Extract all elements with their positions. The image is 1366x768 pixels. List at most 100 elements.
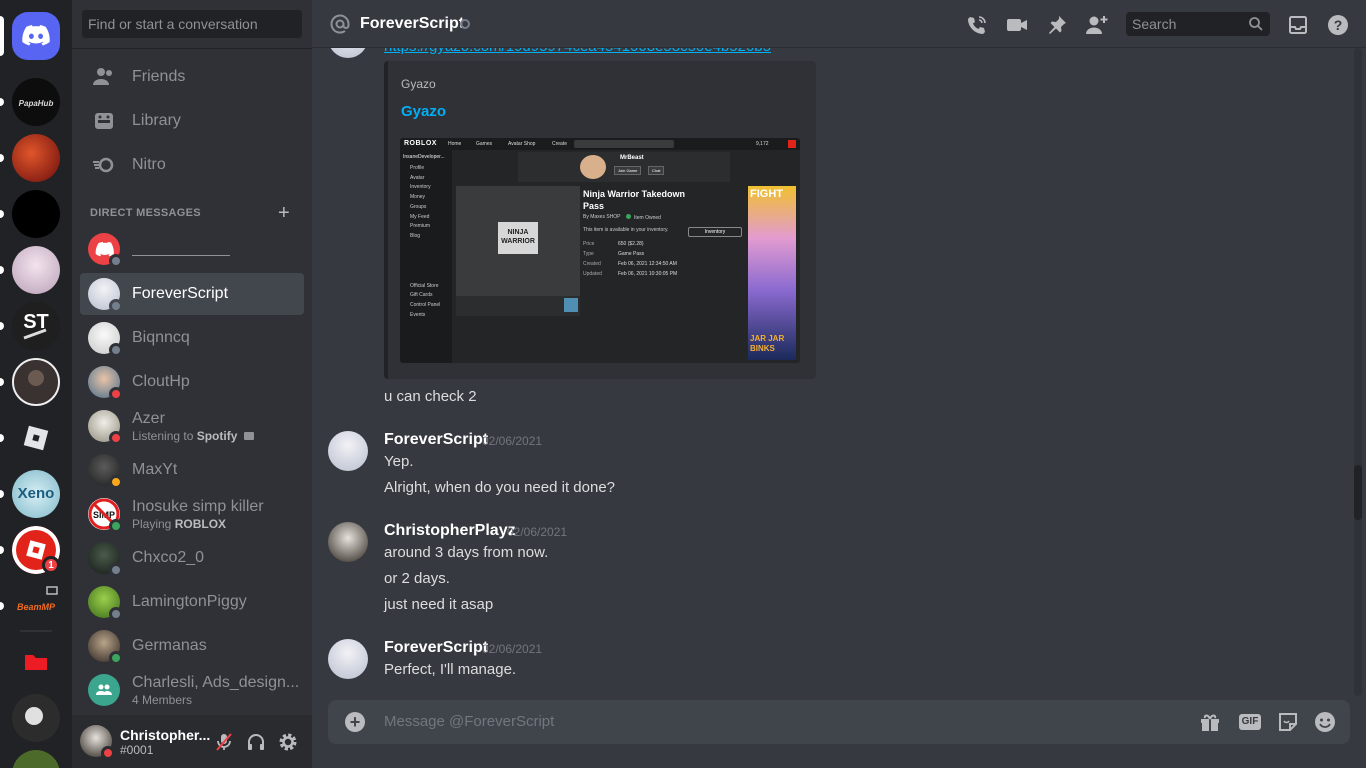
svg-text:Xeno: Xeno bbox=[18, 485, 55, 502]
roblox-logo: ROBLOX bbox=[404, 140, 437, 147]
detail-key: Updated bbox=[583, 271, 602, 277]
dm-item[interactable]: LamingtonPiggy bbox=[80, 581, 304, 623]
server-icon-6[interactable] bbox=[12, 358, 60, 406]
roblox-search bbox=[574, 140, 674, 148]
gamepass-title: Ninja Warrior Takedown Pass bbox=[583, 188, 685, 212]
sticker-icon bbox=[1279, 713, 1297, 731]
owned-check-icon bbox=[626, 214, 631, 219]
item-owned-label: Item Owned bbox=[626, 214, 661, 221]
server-icon-7[interactable] bbox=[12, 414, 60, 462]
dm-item[interactable]: CloutHp bbox=[80, 361, 304, 403]
server-icon-8[interactable]: Xeno bbox=[12, 470, 60, 518]
status-indicator bbox=[109, 387, 123, 401]
add-friends-to-dm-button[interactable] bbox=[1085, 13, 1109, 37]
video-camera-icon bbox=[1007, 19, 1027, 31]
message-avatar[interactable] bbox=[328, 522, 368, 562]
unread-pill bbox=[0, 266, 4, 274]
ninja-warrior-logo: NINJA WARRIOR bbox=[498, 222, 538, 254]
pinned-messages-button[interactable] bbox=[1045, 13, 1069, 37]
dm-group-item[interactable]: Charlesli, Ads_design... 4 Members bbox=[80, 669, 304, 711]
activity-prefix: Listening to bbox=[132, 429, 197, 443]
sticker-button[interactable] bbox=[1276, 710, 1300, 734]
message-avatar[interactable] bbox=[328, 431, 368, 471]
inbox-button[interactable] bbox=[1286, 13, 1310, 37]
detail-value: Feb 06, 2021 12:34:50 AM bbox=[618, 261, 677, 267]
server-icon-4[interactable] bbox=[12, 246, 60, 294]
dm-name: CloutHp bbox=[132, 373, 190, 390]
message-text: Perfect, I'll manage. bbox=[384, 661, 517, 678]
message-author[interactable]: ChristopherPlayz bbox=[384, 522, 516, 540]
dm-item[interactable]: ___________ bbox=[80, 228, 304, 270]
dm-name: MaxYt bbox=[132, 461, 178, 478]
dm-item[interactable]: SIMP Inosuke simp killer Playing ROBLOX bbox=[80, 493, 304, 535]
help-button[interactable]: ? bbox=[1326, 13, 1350, 37]
user-avatar[interactable] bbox=[80, 725, 115, 760]
gamepass-details-values: 650 ($2.28) Game Pass Feb 06, 2021 12:34… bbox=[618, 239, 677, 279]
status-indicator bbox=[109, 343, 123, 357]
roblox-username: InsaneDeveloper... bbox=[403, 154, 445, 160]
direct-messages-header: DIRECT MESSAGES bbox=[90, 207, 201, 219]
message-author[interactable]: ForeverScript bbox=[384, 639, 488, 657]
nav-library[interactable]: Library bbox=[80, 100, 304, 142]
avatar bbox=[88, 366, 123, 401]
server-icon-3[interactable] bbox=[12, 190, 60, 238]
server-icon-5[interactable]: ST bbox=[12, 302, 60, 350]
nav-label: Library bbox=[132, 112, 181, 129]
server-icon-9[interactable] bbox=[12, 694, 60, 742]
scrollbar-track[interactable] bbox=[1354, 48, 1362, 696]
message-input[interactable]: Message @ForeverScript bbox=[384, 713, 554, 730]
server-icon-2[interactable] bbox=[12, 134, 60, 182]
scrollbar-thumb[interactable] bbox=[1354, 465, 1362, 520]
mute-button[interactable] bbox=[213, 731, 235, 753]
server-icon-1[interactable]: PapaHub bbox=[12, 78, 60, 126]
dm-item[interactable]: Chxco2_0 bbox=[80, 537, 304, 579]
dm-name: ___________ bbox=[132, 240, 230, 257]
upload-plus-button[interactable]: + bbox=[345, 712, 365, 732]
embed-image[interactable]: ROBLOX Home Games Avatar Shop Create 9,1… bbox=[400, 138, 800, 363]
dm-item-active[interactable]: ForeverScript bbox=[80, 273, 304, 315]
find-conversation-input[interactable]: Find or start a conversation bbox=[82, 10, 302, 38]
deafen-button[interactable] bbox=[245, 731, 267, 753]
user-settings-button[interactable] bbox=[277, 731, 299, 753]
message-text: u can check 2 bbox=[384, 388, 477, 405]
folder-icon[interactable] bbox=[12, 638, 60, 686]
activity-prefix: Playing bbox=[132, 517, 175, 531]
dm-item[interactable]: MaxYt bbox=[80, 449, 304, 491]
search-input[interactable]: Search bbox=[1126, 12, 1270, 36]
dm-item[interactable]: Azer Listening to Spotify bbox=[80, 405, 304, 447]
gift-button[interactable] bbox=[1198, 710, 1222, 734]
unread-pill bbox=[0, 378, 4, 386]
create-dm-plus-icon[interactable]: + bbox=[278, 203, 290, 223]
inventory-button: Inventory bbox=[688, 227, 742, 237]
message-text: just need it asap bbox=[384, 596, 494, 613]
start-video-call-button[interactable] bbox=[1005, 13, 1029, 37]
dm-name: Charlesli, Ads_design... bbox=[132, 674, 300, 691]
roblox-side-item: Groups bbox=[410, 203, 427, 210]
status-indicator bbox=[109, 563, 123, 577]
unread-pill bbox=[0, 546, 4, 554]
message-avatar[interactable] bbox=[328, 639, 368, 679]
status-indicator bbox=[109, 475, 123, 489]
nav-friends[interactable]: Friends bbox=[80, 56, 304, 98]
dm-item[interactable]: Germanas bbox=[80, 625, 304, 667]
server-icon-10[interactable] bbox=[12, 750, 60, 768]
dm-name: Germanas bbox=[132, 637, 207, 654]
start-voice-call-button[interactable] bbox=[965, 13, 989, 37]
home-button[interactable] bbox=[12, 12, 60, 60]
member-count: 4 Members bbox=[132, 693, 193, 707]
inbox-icon bbox=[1289, 16, 1307, 34]
roblox-nav-item: Games bbox=[476, 141, 493, 147]
thumbnail-mini bbox=[564, 298, 578, 312]
detail-key: Created bbox=[583, 261, 601, 267]
gif-button[interactable]: GIF bbox=[1238, 710, 1262, 734]
mic-muted-icon bbox=[216, 733, 232, 751]
dm-item[interactable]: Biqnncq bbox=[80, 317, 304, 359]
embed-title[interactable]: Gyazo bbox=[401, 103, 446, 120]
unread-pill bbox=[0, 490, 4, 498]
dm-name: LamingtonPiggy bbox=[132, 593, 247, 610]
nav-nitro[interactable]: Nitro bbox=[80, 144, 304, 186]
message-text: Yep. bbox=[384, 453, 414, 470]
emoji-button[interactable] bbox=[1313, 710, 1337, 734]
library-icon bbox=[92, 109, 116, 133]
message-author[interactable]: ForeverScript bbox=[384, 431, 488, 449]
